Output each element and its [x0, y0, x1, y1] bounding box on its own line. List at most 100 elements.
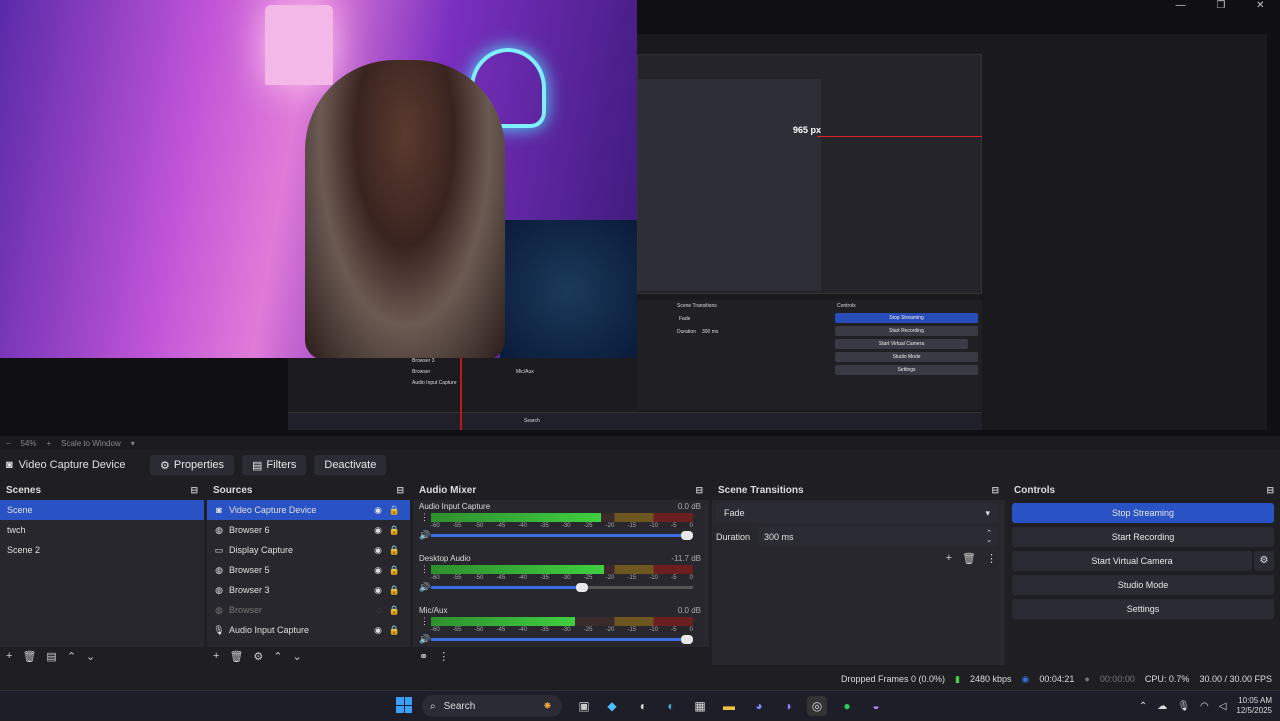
source-item[interactable]: 🎙 Audio Input Capture ◉ 🔒 [207, 620, 410, 640]
settings-button[interactable]: Settings [1012, 599, 1274, 619]
preview-canvas[interactable]: — ❐ ✕ 965 px Scene Transitions Controls … [0, 0, 1280, 436]
source-item[interactable]: ◍ Browser ◌ 🔒 [207, 600, 410, 620]
visibility-eye-icon[interactable]: ◉ [374, 525, 382, 536]
arrow-up-icon[interactable]: ⌃ [67, 650, 76, 663]
lock-icon[interactable]: 🔒 [389, 625, 400, 636]
meter-ticks: -60 -55 -50 -45 -40 -35 -30 -25 -20 -15 -10 -5 0 [431, 523, 693, 529]
lock-icon[interactable]: 🔒 [389, 505, 400, 516]
zoom-in-icon[interactable]: + [46, 439, 51, 448]
source-item[interactable]: ▭ Display Capture ◉ 🔒 [207, 540, 410, 560]
scene-item[interactable]: Scene [0, 500, 204, 520]
task-view-icon[interactable]: ▣ [574, 696, 594, 716]
add-icon[interactable]: + [6, 650, 12, 662]
add-icon[interactable]: + [213, 650, 219, 662]
volume-slider[interactable] [431, 635, 693, 644]
filters-button[interactable]: ▤ Filters [242, 455, 307, 475]
copilot-icon[interactable]: ◆ [602, 696, 622, 716]
minimize-icon[interactable]: — [1175, 0, 1185, 14]
folder-icon[interactable]: ▬ [719, 696, 739, 716]
source-item[interactable]: ◍ Browser 6 ◉ 🔒 [207, 520, 410, 540]
visibility-eye-icon[interactable]: ◉ [374, 625, 382, 636]
clock[interactable]: 10:05 AM 12/5/2025 [1236, 696, 1272, 716]
lock-icon[interactable]: 🔒 [389, 565, 400, 576]
scene-item[interactable]: Scene 2 [0, 540, 204, 560]
channel-menu-icon[interactable]: ⋮ [420, 616, 429, 627]
system-tray: ⌃ ☁ 🎙 ◠ ◁ 10:05 AM 12/5/2025 [1139, 691, 1280, 721]
app-icon[interactable]: ◒ [866, 696, 886, 716]
meter-tick: -10 [649, 575, 658, 581]
twitch-icon[interactable]: ◑ [778, 696, 798, 716]
speaker-icon[interactable]: 🔊 [419, 634, 430, 645]
microphone-icon[interactable]: 🎙 [1177, 701, 1190, 712]
close-icon[interactable]: ✕ [1256, 0, 1264, 14]
speaker-icon[interactable]: 🔊 [419, 582, 430, 593]
lock-icon[interactable]: 🔒 [389, 585, 400, 596]
duration-input[interactable]: 300 ms ⌃ ⌄ [758, 527, 998, 547]
widget-icon[interactable]: ◖ [632, 696, 652, 716]
obs-icon[interactable]: ◎ [807, 696, 827, 716]
source-item[interactable]: ◙ Video Capture Device ◉ 🔒 [207, 500, 410, 520]
cloud-icon[interactable]: ☁ [1157, 701, 1167, 712]
visibility-eye-icon[interactable]: ◉ [374, 565, 382, 576]
zoom-mode[interactable]: Scale to Window [61, 439, 121, 448]
restore-icon[interactable]: ❐ [1216, 0, 1225, 14]
volume-knob[interactable] [681, 531, 693, 540]
arrow-down-icon[interactable]: ⌄ [293, 650, 302, 663]
gear-icon[interactable]: ⚙ [253, 650, 263, 663]
lock-icon[interactable]: 🔒 [389, 605, 400, 616]
zoom-out-icon[interactable]: – [6, 439, 10, 448]
volume-slider[interactable] [431, 583, 693, 592]
dock-menu-icon[interactable]: ⊟ [695, 485, 703, 496]
stop-streaming-button[interactable]: Stop Streaming [1012, 503, 1274, 523]
visibility-eye-icon[interactable]: ◉ [374, 505, 382, 516]
visibility-eye-icon[interactable]: ◉ [374, 545, 382, 556]
lock-icon[interactable]: 🔒 [389, 545, 400, 556]
dock-menu-icon[interactable]: ⊟ [190, 485, 198, 496]
source-item[interactable]: ◍ Browser 5 ◉ 🔒 [207, 560, 410, 580]
nested-source-2: Browser [412, 369, 431, 375]
transition-select[interactable]: Fade ▾ [716, 503, 998, 523]
channel-db: 0.0 dB [677, 606, 701, 615]
channel-menu-icon[interactable]: ⋮ [420, 512, 429, 523]
store-icon[interactable]: ▦ [690, 696, 710, 716]
start-recording-button[interactable]: Start Recording [1012, 527, 1274, 547]
dock-menu-icon[interactable]: ⊟ [396, 485, 404, 496]
volume-knob[interactable] [576, 583, 589, 592]
link-icon[interactable]: ⚭ [419, 650, 428, 663]
volume-knob[interactable] [681, 635, 693, 644]
source-item[interactable]: ◍ Browser 3 ◉ 🔒 [207, 580, 410, 600]
filter-icon[interactable]: ▤ [46, 650, 56, 663]
trash-icon[interactable]: 🗑 [229, 650, 243, 663]
discord-icon[interactable]: ◕ [749, 696, 769, 716]
dock-menu-icon[interactable]: ⊟ [1266, 485, 1274, 496]
hidden-eye-icon[interactable]: ◌ [377, 605, 382, 615]
studio-mode-button[interactable]: Studio Mode [1012, 575, 1274, 595]
edge-icon[interactable]: ◐ [661, 696, 681, 716]
speaker-icon[interactable]: 🔊 [419, 530, 430, 541]
more-icon[interactable]: ⋮ [986, 552, 997, 565]
deactivate-button[interactable]: Deactivate [314, 455, 387, 475]
visibility-eye-icon[interactable]: ◉ [374, 585, 382, 596]
zoom-dropdown-icon[interactable]: ▾ [131, 439, 135, 448]
channel-menu-icon[interactable]: ⋮ [420, 564, 429, 575]
volume-icon[interactable]: ◁ [1219, 701, 1227, 712]
spinner-icon[interactable]: ⌃ ⌄ [986, 530, 992, 544]
dock-menu-icon[interactable]: ⊟ [991, 485, 999, 496]
virtual-camera-settings-gear-icon[interactable]: ⚙ [1254, 551, 1274, 571]
taskbar-search[interactable]: ⌕ Search ✸ [422, 695, 562, 717]
start-virtual-camera-button[interactable]: Start Virtual Camera [1012, 551, 1252, 571]
lock-icon[interactable]: 🔒 [389, 525, 400, 536]
chevron-up-icon[interactable]: ⌃ [1139, 701, 1147, 712]
spotify-icon[interactable]: ● [837, 696, 857, 716]
arrow-up-icon[interactable]: ⌃ [273, 650, 282, 663]
properties-button[interactable]: ⚙ Properties [150, 455, 235, 475]
volume-slider[interactable] [431, 531, 693, 540]
more-icon[interactable]: ⋮ [438, 650, 449, 663]
scene-item[interactable]: twch [0, 520, 204, 540]
trash-icon[interactable]: 🗑 [962, 552, 976, 565]
trash-icon[interactable]: 🗑 [22, 650, 36, 663]
add-icon[interactable]: + [946, 552, 952, 565]
arrow-down-icon[interactable]: ⌄ [86, 650, 95, 663]
windows-start-icon[interactable] [396, 697, 412, 713]
wifi-icon[interactable]: ◠ [1200, 701, 1209, 712]
